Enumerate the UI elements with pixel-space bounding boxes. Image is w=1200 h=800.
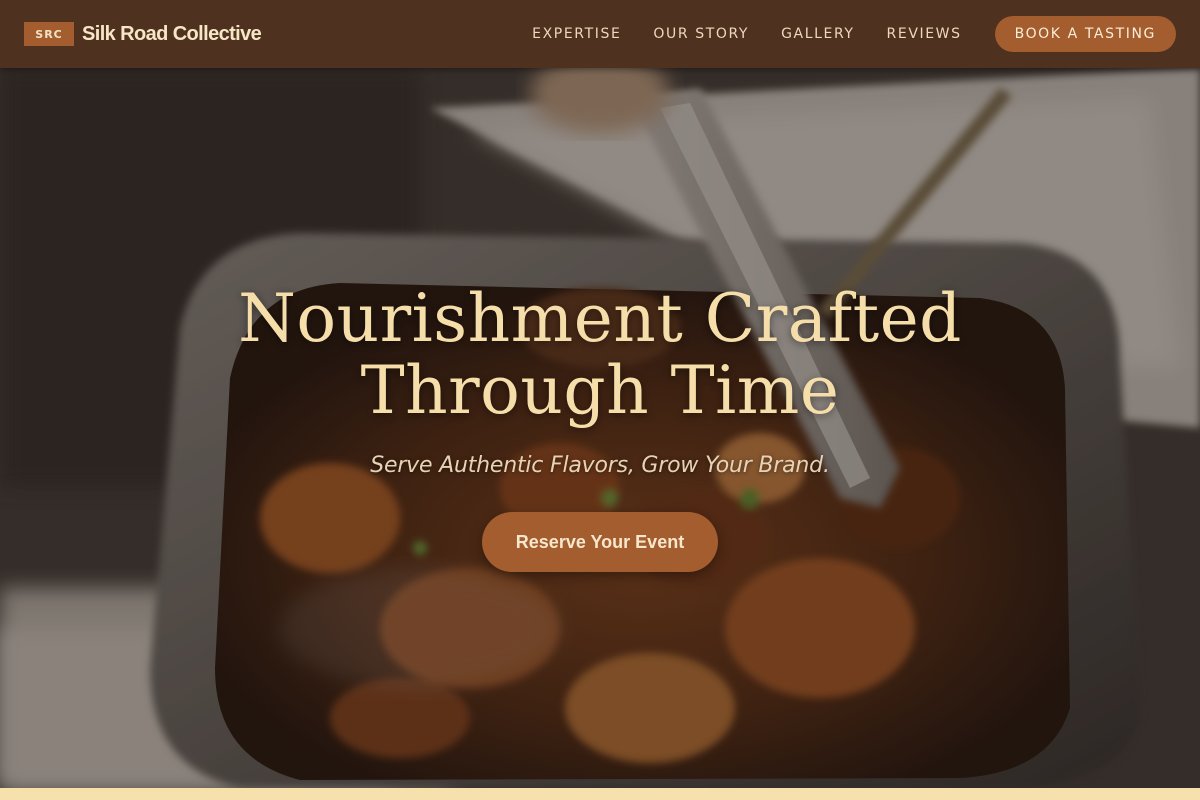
reserve-event-button[interactable]: Reserve Your Event (482, 512, 718, 572)
nav-link-our-story[interactable]: OUR STORY (653, 26, 749, 42)
nav-link-reviews[interactable]: REVIEWS (887, 26, 962, 42)
hero-subtitle: Serve Authentic Flavors, Grow Your Brand… (370, 453, 830, 478)
next-section-edge (0, 788, 1200, 800)
hero-title: Nourishment Crafted Through Time (238, 283, 962, 427)
hero-section: Nourishment Crafted Through Time Serve A… (0, 68, 1200, 788)
brand-badge: SRC (24, 22, 74, 46)
hero-title-line-2: Through Time (360, 352, 840, 429)
brand-logo-link[interactable]: SRC Silk Road Collective (24, 22, 262, 46)
hero-content: Nourishment Crafted Through Time Serve A… (0, 68, 1200, 788)
book-tasting-button[interactable]: BOOK A TASTING (994, 16, 1176, 52)
site-header: SRC Silk Road Collective EXPERTISE OUR S… (0, 0, 1200, 68)
main-nav: EXPERTISE OUR STORY GALLERY REVIEWS BOOK… (532, 16, 1176, 52)
nav-link-expertise[interactable]: EXPERTISE (532, 26, 621, 42)
brand-name: Silk Road Collective (82, 22, 262, 45)
hero-title-line-1: Nourishment Crafted (238, 280, 962, 357)
nav-link-gallery[interactable]: GALLERY (781, 26, 854, 42)
